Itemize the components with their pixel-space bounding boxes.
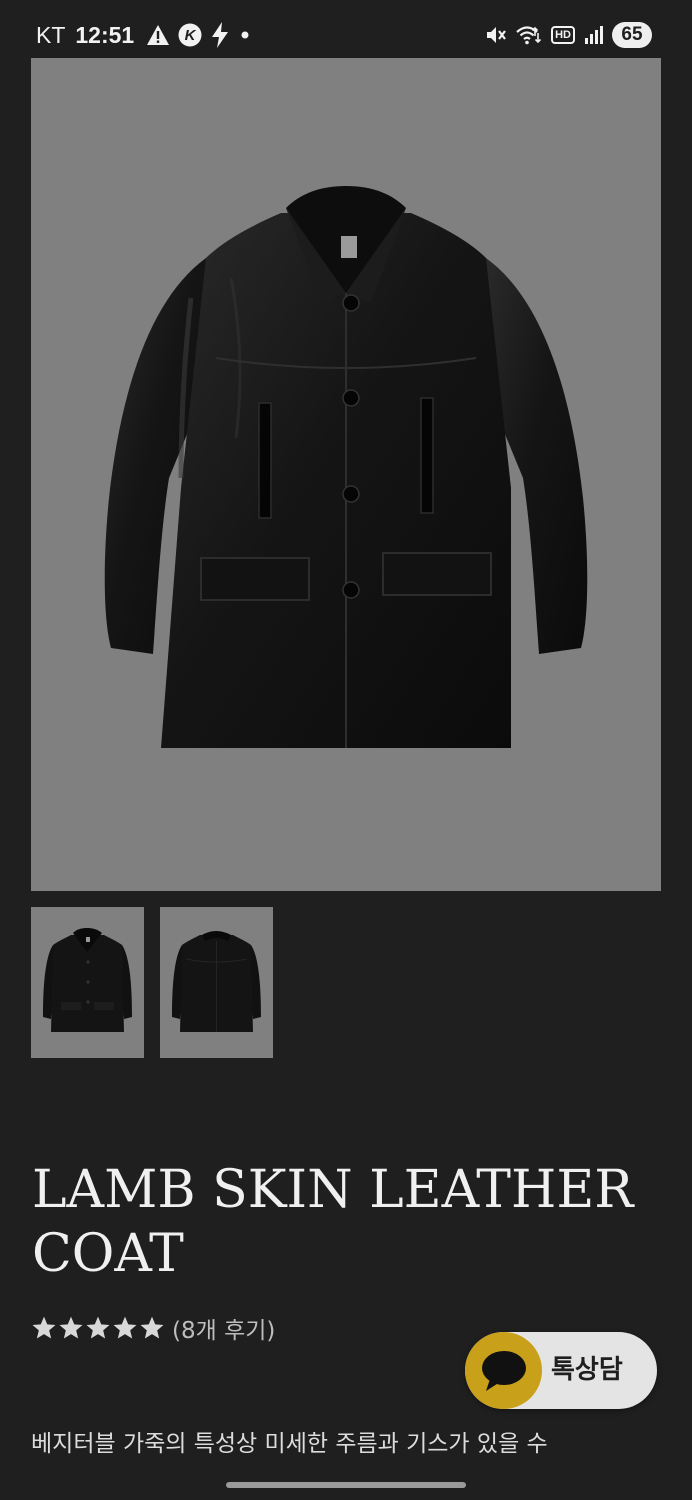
leather-coat-front-thumbnail [43, 928, 132, 1032]
home-gesture-bar[interactable] [226, 1482, 466, 1488]
wifi-icon [516, 24, 542, 46]
speech-bubble-icon [481, 1350, 526, 1391]
star-icon [140, 1316, 164, 1339]
status-bar: KT 12:51 K HD 65 [0, 0, 692, 58]
chat-button-label: 톡상담 [551, 1355, 623, 1385]
star-icon [32, 1316, 56, 1339]
product-title: LAMB SKIN LEATHER COAT [32, 1160, 634, 1284]
warning-icon [146, 24, 170, 46]
thumbnail-front[interactable] [31, 907, 144, 1058]
product-description: 베지터블 가죽의 특성상 미세한 주름과 기스가 있을 수 [31, 1431, 548, 1457]
star-icon [59, 1316, 83, 1339]
star-icon [113, 1316, 137, 1339]
status-bar-left: KT 12:51 K [36, 20, 260, 50]
dot-icon [238, 28, 252, 42]
battery-indicator: 65 [612, 22, 652, 48]
leather-coat-back-thumbnail [172, 931, 261, 1032]
hd-voice-icon: HD [551, 26, 575, 44]
vibrate-mute-icon [485, 24, 507, 46]
product-main-image[interactable] [31, 58, 661, 891]
product-rating[interactable]: (8개 후기) [31, 1312, 275, 1344]
leather-coat-front-photo [104, 186, 588, 748]
kakao-k-icon: K [178, 23, 202, 47]
svg-text:K: K [185, 27, 197, 44]
rating-stars [31, 1315, 166, 1341]
clock: 12:51 [75, 21, 135, 48]
bolt-icon [210, 22, 230, 48]
star-icon [86, 1316, 110, 1339]
thumbnail-back[interactable] [160, 907, 273, 1058]
signal-icon [584, 25, 604, 45]
chat-icon-circle [465, 1332, 542, 1409]
status-bar-right: HD 65 [476, 21, 652, 49]
review-count-link[interactable]: (8개 후기) [172, 1311, 275, 1345]
kakao-chat-button[interactable]: 톡상담 [465, 1332, 657, 1409]
carrier-label: KT [36, 21, 66, 48]
